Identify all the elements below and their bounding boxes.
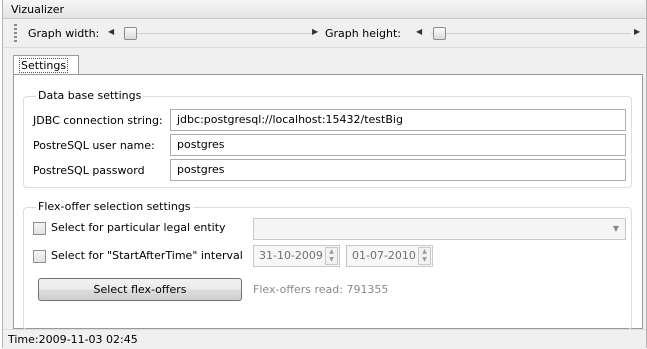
- user-name-label: PostreSQL user name:: [33, 139, 155, 152]
- settings-panel: Data base settings JDBC connection strin…: [13, 74, 643, 330]
- arrow-right-icon[interactable]: ▶: [634, 27, 640, 36]
- legal-entity-label[interactable]: Select for particular legal entity: [51, 221, 226, 234]
- interval-to-date[interactable]: 01-07-2010 ▲ ▼: [346, 245, 433, 267]
- toolbar-grip-icon[interactable]: [14, 24, 17, 42]
- password-input[interactable]: postgres: [170, 159, 626, 181]
- user-name-input[interactable]: postgres: [170, 134, 626, 156]
- spin-up-icon[interactable]: ▲: [419, 248, 430, 256]
- graph-height-thumb[interactable]: [433, 27, 446, 40]
- legal-entity-checkbox[interactable]: [33, 222, 46, 235]
- group-title: Flex-offer selection settings: [36, 200, 193, 213]
- group-title: Data base settings: [36, 89, 144, 102]
- status-bar: Time:2009-11-03 02:45: [3, 329, 646, 349]
- database-settings-group: Data base settings JDBC connection strin…: [23, 89, 632, 188]
- status-time: Time:2009-11-03 02:45: [8, 333, 138, 346]
- window-title: Vizualizer: [11, 3, 65, 16]
- select-flexoffers-button[interactable]: Select flex-offers: [38, 278, 242, 301]
- interval-from-value: 31-10-2009: [259, 249, 323, 262]
- tab-settings-label: Settings: [18, 58, 69, 73]
- flexoffers-read-status: Flex-offers read: 791355: [253, 283, 389, 296]
- toolbar: Graph width: ◀ ▶ Graph height: ◀ ▶: [3, 19, 646, 48]
- interval-checkbox[interactable]: [33, 250, 46, 263]
- flexoffer-settings-group: Flex-offer selection settings Select for…: [23, 200, 632, 330]
- arrow-left-icon[interactable]: ◀: [108, 27, 114, 36]
- title-bar: Vizualizer: [3, 0, 646, 19]
- interval-to-spinner[interactable]: ▲ ▼: [418, 247, 431, 265]
- graph-width-label: Graph width:: [28, 27, 100, 40]
- password-label: PostreSQL password: [33, 164, 145, 177]
- spin-down-icon[interactable]: ▼: [326, 256, 337, 264]
- chevron-down-icon[interactable]: ▼: [613, 224, 619, 233]
- graph-width-thumb[interactable]: [124, 27, 137, 40]
- spin-down-icon[interactable]: ▼: [419, 256, 430, 264]
- app-window: Vizualizer Graph width: ◀ ▶ Graph height…: [2, 0, 647, 349]
- arrow-right-icon[interactable]: ▶: [312, 27, 318, 36]
- graph-height-label: Graph height:: [325, 27, 402, 40]
- jdbc-label: JDBC connection string:: [33, 114, 163, 127]
- spin-up-icon[interactable]: ▲: [326, 248, 337, 256]
- arrow-left-icon[interactable]: ◀: [416, 27, 422, 36]
- graph-height-track[interactable]: [431, 33, 631, 34]
- interval-label[interactable]: Select for "StartAfterTime" interval: [51, 249, 243, 262]
- interval-from-date[interactable]: 31-10-2009 ▲ ▼: [253, 245, 340, 267]
- jdbc-connection-input[interactable]: jdbc:postgresql://localhost:15432/testBi…: [170, 109, 626, 131]
- tab-settings[interactable]: Settings: [13, 55, 79, 75]
- graph-width-track[interactable]: [123, 33, 313, 34]
- interval-from-spinner[interactable]: ▲ ▼: [325, 247, 338, 265]
- interval-to-value: 01-07-2010: [352, 249, 416, 262]
- legal-entity-select[interactable]: ▼: [253, 218, 626, 240]
